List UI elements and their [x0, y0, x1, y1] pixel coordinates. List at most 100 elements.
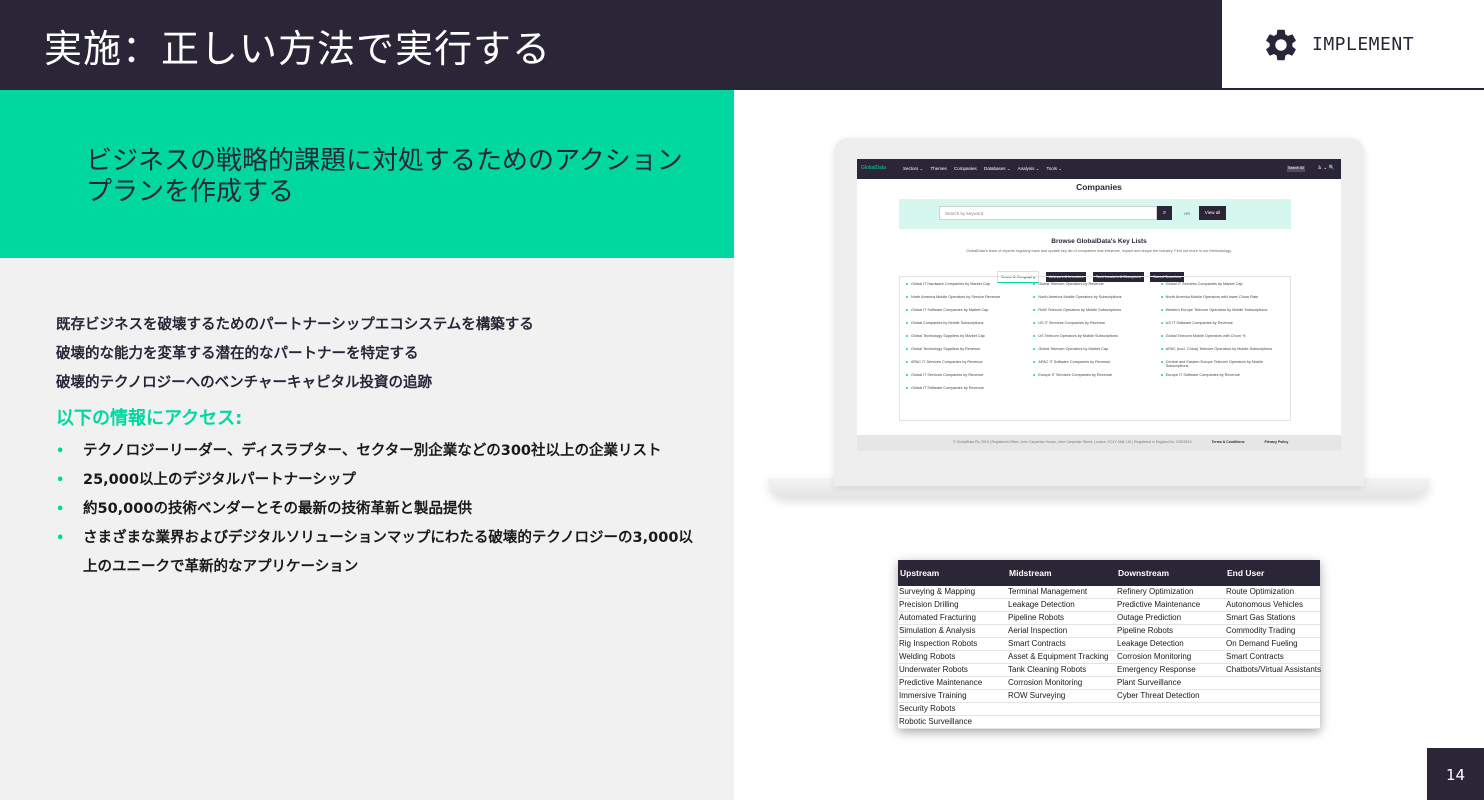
key-list-link[interactable]: US Telecom Operators by Mobile Subscript…: [1033, 334, 1156, 347]
table-row: Simulation & Analysis Aerial Inspection Pi…: [898, 625, 1320, 638]
value-chain-table: Upstream Midstream Downstream End User S…: [898, 560, 1321, 729]
column-header-upstream: Upstream: [900, 568, 940, 578]
table-cell: [1007, 716, 1116, 728]
section-tag-label: IMPLEMENT: [1312, 34, 1415, 55]
key-list-link[interactable]: RoW Telecom Operators by Mobile Subscrip…: [1033, 308, 1156, 321]
nav-item-analysis[interactable]: Analysis ⌄: [1018, 166, 1040, 171]
key-list-link[interactable]: Global IT Software Companies by Revenue: [906, 386, 1029, 399]
table-body: Surveying & Mapping Terminal Management Re…: [898, 586, 1321, 729]
nav-item-databases[interactable]: Databases ⌄: [984, 166, 1011, 171]
site-nav-menu: Sectors ⌄ Themes Companies Databases ⌄ A…: [903, 166, 1068, 172]
search-icon[interactable]: ⌕: [1157, 206, 1172, 220]
table-cell: Pipeline Robots: [1117, 626, 1174, 635]
bullet-text: さまざまな業界およびデジタルソリューションマップにわたる破壊的テクノロジーの3,…: [83, 530, 693, 575]
bullet-dot-icon: •: [56, 502, 65, 517]
nav-item-companies[interactable]: Companies: [954, 166, 977, 171]
table-cell: Automated Fracturing: [899, 613, 976, 622]
key-list-link[interactable]: APAC IT Software Companies by Revenue: [1033, 360, 1156, 373]
table-cell: [1225, 716, 1320, 728]
site-logo[interactable]: GlobalData: [861, 165, 886, 171]
table-cell: Asset & Equipment Tracking: [1008, 652, 1109, 661]
section-tag: IMPLEMENT: [1222, 0, 1484, 90]
table-cell: Immersive Training: [899, 691, 967, 700]
table-row: Surveying & Mapping Terminal Management Re…: [898, 586, 1320, 599]
key-list-link[interactable]: US IT Services Companies by Revenue: [1033, 321, 1156, 334]
key-list-link[interactable]: APAC IT Services Companies by Revenue: [906, 360, 1029, 373]
table-row: Security Robots: [898, 703, 1320, 716]
laptop-screen: GlobalData Sectors ⌄ Themes Companies Da…: [857, 159, 1341, 451]
bullet-item: • 約50,000の技術ベンダーとその最新の技術革新と製品提供: [56, 495, 706, 524]
table-cell: Underwater Robots: [899, 665, 968, 674]
key-list-link[interactable]: Global Telecom Operators by Revenue: [1033, 282, 1156, 295]
key-list-link[interactable]: Western Europe Telecom Operators by Mobi…: [1160, 308, 1284, 321]
table-header-row: Upstream Midstream Downstream End User: [898, 560, 1320, 586]
table-cell: Robotic Surveillance: [899, 717, 972, 726]
table-row: Underwater Robots Tank Cleaning Robots Eme…: [898, 664, 1321, 677]
key-list-link[interactable]: Global Telecom Operators by Market Cap: [1033, 347, 1156, 360]
table-cell: Pipeline Robots: [1008, 613, 1065, 622]
nav-item-tools[interactable]: Tools ⌄: [1047, 166, 1063, 171]
table-cell: Corrosion Monitoring: [1008, 678, 1083, 687]
key-lists-grid: Global IT Hardware Companies by Market C…: [899, 276, 1291, 421]
site-search-band: Search by keyword ⌕ OR View all: [899, 199, 1291, 229]
key-list-link[interactable]: Europe IT Software Companies by Revenue: [1160, 373, 1284, 386]
site-footer: © GlobalData Plc 2019 | Registered Offic…: [857, 435, 1341, 451]
page-title: 実施：正しい方法で実行する: [44, 27, 552, 71]
key-list-link[interactable]: APAC (excl. China) Telecom Operators by …: [1160, 347, 1284, 360]
bullet-text: 約50,000の技術ベンダーとその最新の技術革新と製品提供: [83, 501, 473, 517]
site-navbar: GlobalData Sectors ⌄ Themes Companies Da…: [857, 159, 1341, 179]
user-menu-icon[interactable]: ♙ ⌄ 🔍: [1317, 165, 1335, 171]
key-list-link[interactable]: Global Technology Suppliers by Market Ca…: [906, 334, 1029, 347]
key-list-link[interactable]: Global Technology Suppliers by Revenue: [906, 347, 1029, 360]
keyword-search-input[interactable]: Search by keyword: [939, 206, 1157, 220]
key-list-link[interactable]: North America Mobile Operators by Servic…: [906, 295, 1029, 308]
table-cell: Welding Robots: [899, 652, 956, 661]
key-list-link[interactable]: Europe IT Services Companies by Revenue: [1033, 373, 1156, 386]
table-cell: Smart Contracts: [1008, 639, 1066, 648]
key-list-link[interactable]: Global IT Hardware Companies by Market C…: [906, 282, 1029, 295]
bullet-dot-icon: •: [56, 444, 65, 459]
view-all-button[interactable]: View all: [1199, 206, 1226, 220]
table-cell: Tank Cleaning Robots: [1008, 665, 1087, 674]
bullet-item: • テクノロジーリーダー、ディスラプター、セクター別企業などの300社以上の企業リ…: [56, 437, 706, 466]
table-cell: Terminal Management: [1008, 587, 1088, 596]
table-cell: [1225, 677, 1320, 689]
key-list-link[interactable]: Global IT Services Companies by Revenue: [906, 373, 1029, 386]
browse-title: Browse GlobalData's Key Lists: [1051, 238, 1147, 245]
table-cell: Smart Contracts: [1226, 652, 1284, 661]
table-row: Robotic Surveillance: [898, 716, 1320, 729]
footer-link-privacy[interactable]: Privacy Policy: [1265, 440, 1289, 444]
key-list-link[interactable]: Central and Eastern Europe Telecom Opera…: [1160, 360, 1284, 373]
nav-item-themes[interactable]: Themes: [930, 166, 946, 171]
key-list-link[interactable]: Global IT Software Companies by Market C…: [906, 308, 1029, 321]
key-list-link[interactable]: North America Mobile Operators by Subscr…: [1033, 295, 1156, 308]
table-cell: ROW Surveying: [1008, 691, 1066, 700]
site-search-all[interactable]: Search All: [1287, 166, 1305, 172]
bullet-dot-icon: •: [56, 531, 65, 546]
access-bullet-list: • テクノロジーリーダー、ディスラプター、セクター別企業などの300社以上の企業リ…: [56, 437, 706, 582]
key-list-link[interactable]: Global Telecom Mobile Operators with Chu…: [1160, 334, 1284, 347]
table-cell: Commodity Trading: [1226, 626, 1296, 635]
footer-link-terms[interactable]: Terms & Conditions: [1212, 440, 1245, 444]
table-cell: [1007, 703, 1116, 715]
key-list-link[interactable]: Global IT Services Companies by Market C…: [1160, 282, 1284, 295]
table-cell: Plant Surveillance: [1117, 678, 1182, 687]
table-cell: Cyber Threat Detection: [1117, 691, 1200, 700]
table-cell: Simulation & Analysis: [899, 626, 976, 635]
table-cell: [1116, 716, 1225, 728]
key-list-link[interactable]: US IT Software Companies by Revenue: [1160, 321, 1284, 334]
table-row: Welding Robots Asset & Equipment Tracking…: [898, 651, 1320, 664]
or-label: OR: [1184, 211, 1190, 216]
column-header-midstream: Midstream: [1009, 568, 1052, 578]
objective-item: 破壊的な能力を変革する潜在的なパートナーを特定する: [56, 346, 419, 362]
header-bar: 実施：正しい方法で実行する: [0, 0, 1222, 90]
key-list-link[interactable]: Global Companies by Mobile Subscriptions: [906, 321, 1029, 334]
table-row: Predictive Maintenance Corrosion Monitori…: [898, 677, 1320, 690]
key-list-link[interactable]: North America Mobile Operators with lowe…: [1160, 295, 1284, 308]
table-cell: Refinery Optimization: [1117, 587, 1194, 596]
table-cell: On Demand Fueling: [1226, 639, 1298, 648]
table-cell: Leakage Detection: [1117, 639, 1184, 648]
table-cell: Emergency Response: [1117, 665, 1196, 674]
nav-item-sectors[interactable]: Sectors ⌄: [903, 166, 923, 171]
table-cell: Autonomous Vehicles: [1226, 600, 1303, 609]
